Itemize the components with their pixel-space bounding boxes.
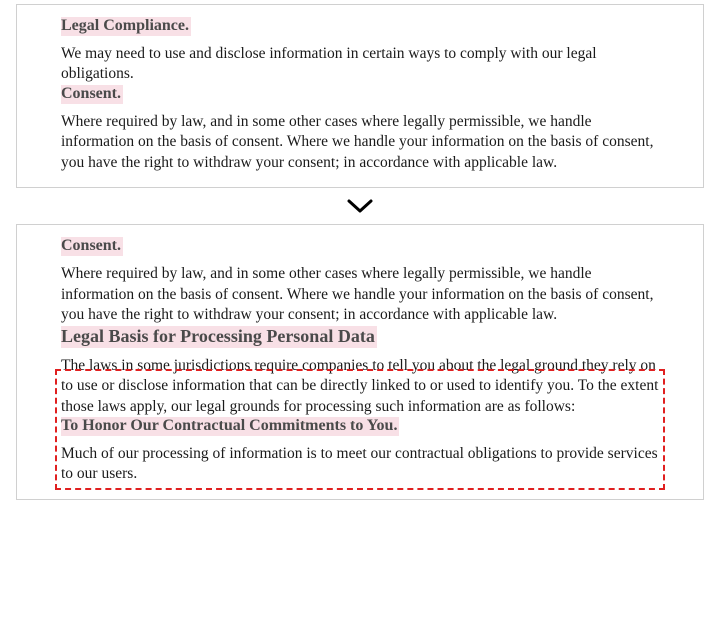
- section-consent-bottom: Consent. Where required by law, and in s…: [61, 237, 659, 325]
- body-consent-top: Where required by law, and in some other…: [61, 112, 659, 173]
- section-contractual: To Honor Our Contractual Commitments to …: [61, 417, 659, 485]
- arrow-divider: [0, 192, 720, 220]
- heading-legal-compliance: Legal Compliance.: [61, 17, 191, 36]
- chevron-down-icon: [345, 196, 375, 216]
- panel-after: Consent. Where required by law, and in s…: [16, 224, 704, 500]
- panel-before: Legal Compliance. We may need to use and…: [16, 4, 704, 188]
- section-consent-top: Consent. Where required by law, and in s…: [61, 85, 659, 173]
- body-legal-compliance: We may need to use and disclose informat…: [61, 44, 659, 85]
- body-consent-bottom: Where required by law, and in some other…: [61, 264, 659, 325]
- body-legal-basis: The laws in some jurisdictions require c…: [61, 356, 659, 417]
- heading-contractual: To Honor Our Contractual Commitments to …: [61, 417, 399, 436]
- section-legal-compliance: Legal Compliance. We may need to use and…: [61, 17, 659, 85]
- heading-consent-bottom: Consent.: [61, 237, 123, 256]
- section-legal-basis: Legal Basis for Processing Personal Data…: [61, 326, 659, 417]
- heading-legal-basis: Legal Basis for Processing Personal Data: [61, 326, 377, 348]
- body-contractual: Much of our processing of information is…: [61, 444, 659, 485]
- heading-consent-top: Consent.: [61, 85, 123, 104]
